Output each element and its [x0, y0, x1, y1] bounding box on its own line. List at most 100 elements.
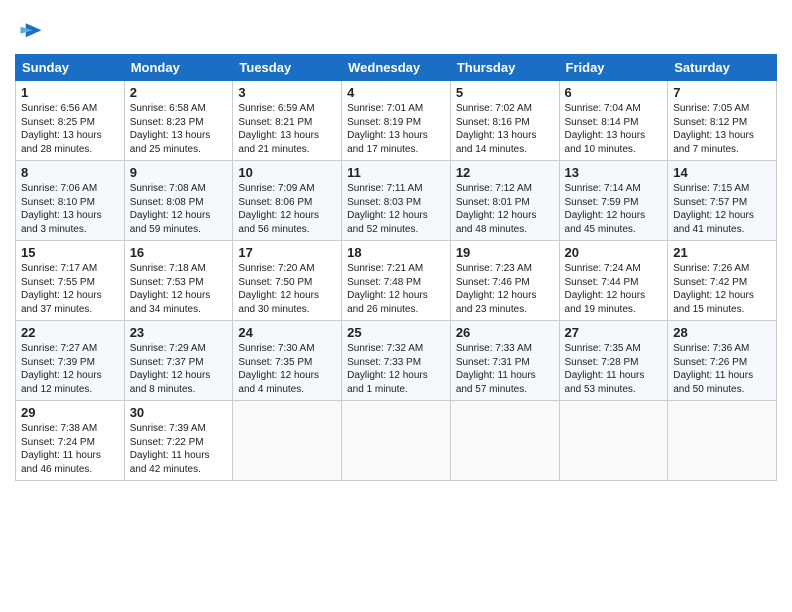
calendar-cell: 2 Sunrise: 6:58 AMSunset: 8:23 PMDaylight…	[124, 81, 233, 161]
day-number: 9	[130, 165, 228, 180]
day-number: 8	[21, 165, 119, 180]
calendar-cell: 15 Sunrise: 7:17 AMSunset: 7:55 PMDayligh…	[16, 241, 125, 321]
day-info: Sunrise: 7:36 AMSunset: 7:26 PMDaylight:…	[673, 342, 771, 396]
calendar-cell: 21 Sunrise: 7:26 AMSunset: 7:42 PMDayligh…	[668, 241, 777, 321]
header	[15, 10, 777, 46]
day-info: Sunrise: 7:33 AMSunset: 7:31 PMDaylight:…	[456, 342, 554, 396]
day-info: Sunrise: 7:01 AMSunset: 8:19 PMDaylight:…	[347, 102, 445, 156]
day-info: Sunrise: 7:02 AMSunset: 8:16 PMDaylight:…	[456, 102, 554, 156]
day-number: 14	[673, 165, 771, 180]
day-info: Sunrise: 7:12 AMSunset: 8:01 PMDaylight:…	[456, 182, 554, 236]
day-number: 26	[456, 325, 554, 340]
calendar-cell: 22Sunrise: 7:27 AMSunset: 7:39 PMDayligh…	[16, 321, 125, 401]
day-number: 5	[456, 85, 554, 100]
calendar-week-row: 22Sunrise: 7:27 AMSunset: 7:39 PMDayligh…	[16, 321, 777, 401]
day-info: Sunrise: 7:09 AMSunset: 8:06 PMDaylight:…	[238, 182, 336, 236]
day-number: 7	[673, 85, 771, 100]
day-info: Sunrise: 7:26 AMSunset: 7:42 PMDaylight:…	[673, 262, 771, 316]
day-info: Sunrise: 7:08 AMSunset: 8:08 PMDaylight:…	[130, 182, 228, 236]
weekday-header-friday: Friday	[559, 55, 668, 81]
day-info: Sunrise: 7:20 AMSunset: 7:50 PMDaylight:…	[238, 262, 336, 316]
calendar-cell: 19 Sunrise: 7:23 AMSunset: 7:46 PMDayligh…	[450, 241, 559, 321]
weekday-header-saturday: Saturday	[668, 55, 777, 81]
calendar-cell: 30 Sunrise: 7:39 AMSunset: 7:22 PMDayligh…	[124, 401, 233, 481]
calendar-cell: 4 Sunrise: 7:01 AMSunset: 8:19 PMDaylight…	[342, 81, 451, 161]
day-info: Sunrise: 7:35 AMSunset: 7:28 PMDaylight:…	[565, 342, 663, 396]
calendar-table: SundayMondayTuesdayWednesdayThursdayFrid…	[15, 54, 777, 481]
day-info: Sunrise: 7:17 AMSunset: 7:55 PMDaylight:…	[21, 262, 119, 316]
day-info: Sunrise: 7:30 AMSunset: 7:35 PMDaylight:…	[238, 342, 336, 396]
day-number: 15	[21, 245, 119, 260]
day-info: Sunrise: 7:15 AMSunset: 7:57 PMDaylight:…	[673, 182, 771, 236]
calendar-week-row: 15 Sunrise: 7:17 AMSunset: 7:55 PMDayligh…	[16, 241, 777, 321]
calendar-cell: 8 Sunrise: 7:06 AMSunset: 8:10 PMDaylight…	[16, 161, 125, 241]
calendar-cell: 10 Sunrise: 7:09 AMSunset: 8:06 PMDayligh…	[233, 161, 342, 241]
day-number: 17	[238, 245, 336, 260]
day-info: Sunrise: 7:21 AMSunset: 7:48 PMDaylight:…	[347, 262, 445, 316]
day-number: 28	[673, 325, 771, 340]
day-number: 3	[238, 85, 336, 100]
logo	[15, 18, 45, 46]
calendar-cell: 17 Sunrise: 7:20 AMSunset: 7:50 PMDayligh…	[233, 241, 342, 321]
calendar-cell: 9 Sunrise: 7:08 AMSunset: 8:08 PMDaylight…	[124, 161, 233, 241]
day-number: 13	[565, 165, 663, 180]
calendar-cell: 25 Sunrise: 7:32 AMSunset: 7:33 PMDayligh…	[342, 321, 451, 401]
day-info: Sunrise: 6:59 AMSunset: 8:21 PMDaylight:…	[238, 102, 336, 156]
day-info: Sunrise: 7:18 AMSunset: 7:53 PMDaylight:…	[130, 262, 228, 316]
day-info: Sunrise: 7:29 AMSunset: 7:37 PMDaylight:…	[130, 342, 228, 396]
day-number: 10	[238, 165, 336, 180]
calendar-week-row: 29 Sunrise: 7:38 AMSunset: 7:24 PMDayligh…	[16, 401, 777, 481]
day-info: Sunrise: 7:38 AMSunset: 7:24 PMDaylight:…	[21, 422, 119, 476]
weekday-header-wednesday: Wednesday	[342, 55, 451, 81]
calendar-cell: 3 Sunrise: 6:59 AMSunset: 8:21 PMDaylight…	[233, 81, 342, 161]
day-info: Sunrise: 7:06 AMSunset: 8:10 PMDaylight:…	[21, 182, 119, 236]
weekday-header-sunday: Sunday	[16, 55, 125, 81]
day-info: Sunrise: 7:24 AMSunset: 7:44 PMDaylight:…	[565, 262, 663, 316]
calendar-week-row: 8 Sunrise: 7:06 AMSunset: 8:10 PMDaylight…	[16, 161, 777, 241]
calendar-cell: 14 Sunrise: 7:15 AMSunset: 7:57 PMDayligh…	[668, 161, 777, 241]
day-number: 12	[456, 165, 554, 180]
day-number: 25	[347, 325, 445, 340]
day-info: Sunrise: 6:58 AMSunset: 8:23 PMDaylight:…	[130, 102, 228, 156]
day-number: 23	[130, 325, 228, 340]
calendar-cell: 12 Sunrise: 7:12 AMSunset: 8:01 PMDayligh…	[450, 161, 559, 241]
calendar-cell: 18Sunrise: 7:21 AMSunset: 7:48 PMDayligh…	[342, 241, 451, 321]
calendar-cell: 11Sunrise: 7:11 AMSunset: 8:03 PMDayligh…	[342, 161, 451, 241]
day-info: Sunrise: 7:39 AMSunset: 7:22 PMDaylight:…	[130, 422, 228, 476]
day-number: 29	[21, 405, 119, 420]
day-number: 22	[21, 325, 119, 340]
calendar-cell: 23 Sunrise: 7:29 AMSunset: 7:37 PMDayligh…	[124, 321, 233, 401]
weekday-header-monday: Monday	[124, 55, 233, 81]
calendar-cell: 26 Sunrise: 7:33 AMSunset: 7:31 PMDayligh…	[450, 321, 559, 401]
day-info: Sunrise: 7:11 AMSunset: 8:03 PMDaylight:…	[347, 182, 445, 236]
weekday-header-row: SundayMondayTuesdayWednesdayThursdayFrid…	[16, 55, 777, 81]
calendar-cell: 7 Sunrise: 7:05 AMSunset: 8:12 PMDaylight…	[668, 81, 777, 161]
calendar-week-row: 1Sunrise: 6:56 AMSunset: 8:25 PMDaylight…	[16, 81, 777, 161]
calendar-cell	[559, 401, 668, 481]
day-number: 27	[565, 325, 663, 340]
calendar-cell	[450, 401, 559, 481]
day-number: 21	[673, 245, 771, 260]
day-number: 4	[347, 85, 445, 100]
day-number: 20	[565, 245, 663, 260]
calendar-cell: 29 Sunrise: 7:38 AMSunset: 7:24 PMDayligh…	[16, 401, 125, 481]
day-info: Sunrise: 7:32 AMSunset: 7:33 PMDaylight:…	[347, 342, 445, 396]
calendar-cell	[668, 401, 777, 481]
day-number: 2	[130, 85, 228, 100]
calendar-cell	[233, 401, 342, 481]
calendar-cell: 1Sunrise: 6:56 AMSunset: 8:25 PMDaylight…	[16, 81, 125, 161]
day-info: Sunrise: 7:05 AMSunset: 8:12 PMDaylight:…	[673, 102, 771, 156]
logo-icon	[17, 18, 45, 46]
day-info: Sunrise: 7:23 AMSunset: 7:46 PMDaylight:…	[456, 262, 554, 316]
calendar-cell: 16 Sunrise: 7:18 AMSunset: 7:53 PMDayligh…	[124, 241, 233, 321]
weekday-header-tuesday: Tuesday	[233, 55, 342, 81]
day-info: Sunrise: 6:56 AMSunset: 8:25 PMDaylight:…	[21, 102, 119, 156]
calendar-cell: 28 Sunrise: 7:36 AMSunset: 7:26 PMDayligh…	[668, 321, 777, 401]
calendar-cell: 20 Sunrise: 7:24 AMSunset: 7:44 PMDayligh…	[559, 241, 668, 321]
day-number: 16	[130, 245, 228, 260]
calendar-cell: 13Sunrise: 7:14 AMSunset: 7:59 PMDayligh…	[559, 161, 668, 241]
day-number: 19	[456, 245, 554, 260]
day-number: 30	[130, 405, 228, 420]
calendar-cell: 6Sunrise: 7:04 AMSunset: 8:14 PMDaylight…	[559, 81, 668, 161]
page: SundayMondayTuesdayWednesdayThursdayFrid…	[0, 0, 792, 612]
